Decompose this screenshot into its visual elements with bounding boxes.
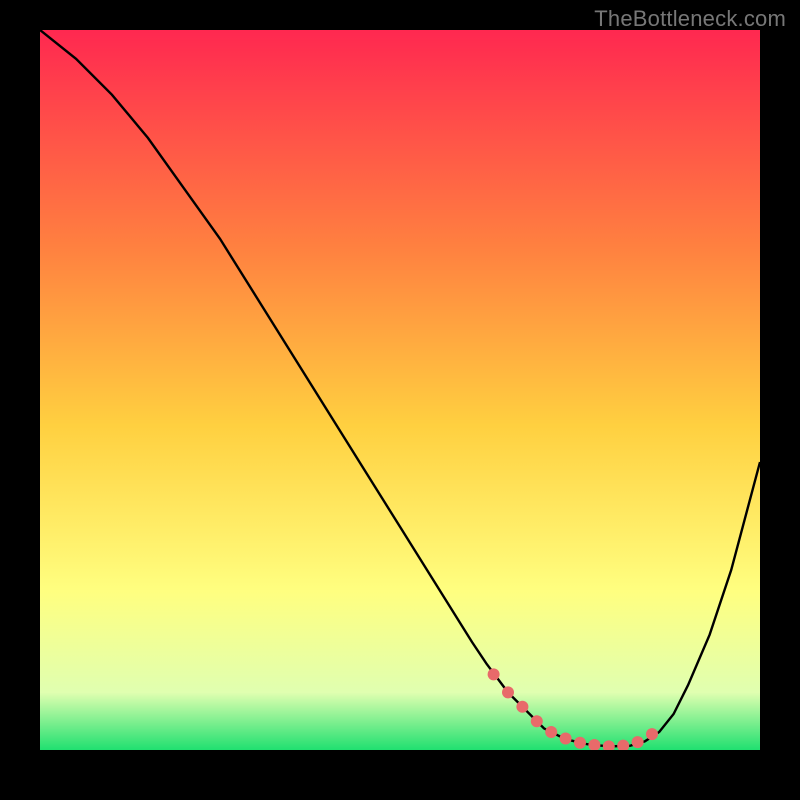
marker-dot	[488, 668, 500, 680]
marker-dot	[574, 737, 586, 749]
watermark-text: TheBottleneck.com	[594, 6, 786, 32]
plot-svg	[40, 30, 760, 750]
chart-container: TheBottleneck.com	[0, 0, 800, 800]
marker-dot	[531, 715, 543, 727]
plot-area	[40, 30, 760, 750]
marker-dot	[502, 686, 514, 698]
marker-dot	[545, 726, 557, 738]
marker-dot	[560, 732, 572, 744]
marker-dot	[632, 736, 644, 748]
marker-dot	[516, 701, 528, 713]
marker-dot	[646, 728, 658, 740]
